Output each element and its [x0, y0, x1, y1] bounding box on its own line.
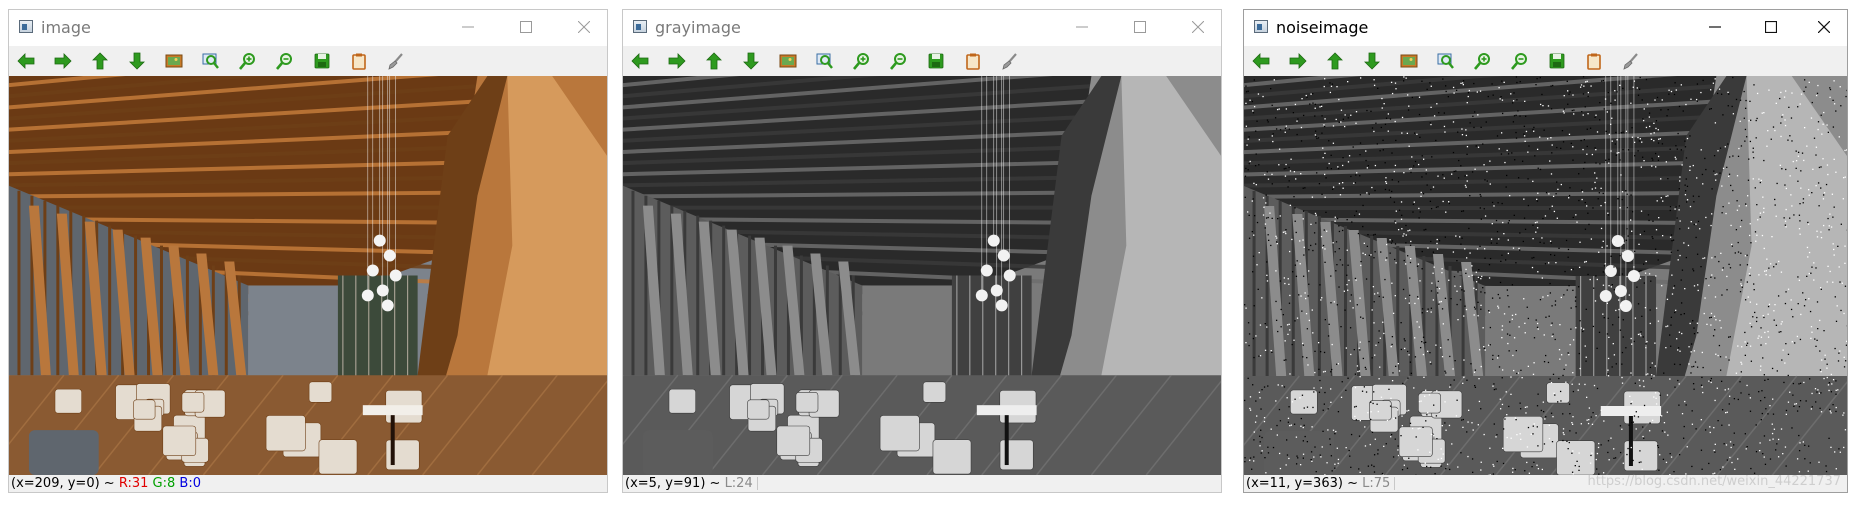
- image-display[interactable]: [9, 76, 607, 475]
- grayimage-window[interactable]: grayimage (x=5, y=91) ~ L:24: [622, 9, 1222, 493]
- app-icon: [1254, 20, 1268, 33]
- brush-icon[interactable]: [999, 50, 1021, 72]
- clipboard-icon[interactable]: [348, 50, 370, 72]
- maximize-button[interactable]: [503, 10, 549, 44]
- image-display[interactable]: [623, 76, 1221, 475]
- status-luma-value: L:24: [724, 476, 753, 491]
- zoom-in-icon[interactable]: [1472, 50, 1494, 72]
- image-display[interactable]: [1244, 76, 1847, 476]
- arrow-down-icon[interactable]: [1361, 50, 1383, 72]
- status-separator: [1394, 477, 1396, 490]
- title-bar[interactable]: grayimage: [623, 10, 1221, 46]
- app-icon: [19, 20, 33, 33]
- arrow-up-icon[interactable]: [1324, 50, 1346, 72]
- minimize-button[interactable]: [445, 10, 491, 44]
- app-icon: [633, 20, 647, 33]
- status-coords: (x=5, y=91) ~: [625, 476, 725, 491]
- save-icon[interactable]: [925, 50, 947, 72]
- watermark-text: https://blog.csdn.net/weixin_44221737: [1587, 474, 1841, 489]
- window-title: grayimage: [655, 18, 741, 37]
- arrow-right-icon[interactable]: [52, 50, 74, 72]
- zoom-region-icon[interactable]: [1435, 50, 1457, 72]
- arrow-right-icon[interactable]: [666, 50, 688, 72]
- image-window[interactable]: image (x=209, y=0) ~ R:31 G:8 B:0: [8, 9, 608, 493]
- zoom-in-icon[interactable]: [237, 50, 259, 72]
- status-coords: (x=11, y=363) ~: [1246, 476, 1363, 491]
- arrow-up-icon[interactable]: [703, 50, 725, 72]
- status-bar: (x=5, y=91) ~ L:24: [623, 475, 1221, 492]
- close-button[interactable]: [1801, 10, 1847, 44]
- save-icon[interactable]: [1546, 50, 1568, 72]
- toolbar: [1244, 46, 1847, 76]
- zoom-region-icon[interactable]: [200, 50, 222, 72]
- desktop: image (x=209, y=0) ~ R:31 G:8 B:0 grayim…: [0, 0, 1854, 508]
- window-title: image: [41, 18, 91, 37]
- maximize-button[interactable]: [1748, 10, 1794, 44]
- zoom-out-icon[interactable]: [274, 50, 296, 72]
- toolbar: [9, 46, 607, 76]
- status-luma-value: L:75: [1362, 476, 1391, 491]
- title-bar[interactable]: image: [9, 10, 607, 46]
- status-blue-value: B:0: [179, 476, 201, 491]
- toolbar: [623, 46, 1221, 76]
- status-separator: [756, 477, 758, 490]
- status-bar: (x=209, y=0) ~ R:31 G:8 B:0: [9, 475, 607, 492]
- brush-icon[interactable]: [1620, 50, 1642, 72]
- window-title: noiseimage: [1276, 18, 1369, 37]
- zoom-out-icon[interactable]: [888, 50, 910, 72]
- noiseimage-window[interactable]: noiseimage (x=11, y=363) ~ L:75 https://…: [1243, 9, 1848, 493]
- zoom-out-icon[interactable]: [1509, 50, 1531, 72]
- clipboard-icon[interactable]: [1583, 50, 1605, 72]
- arrow-left-icon[interactable]: [15, 50, 37, 72]
- arrow-left-icon[interactable]: [1250, 50, 1272, 72]
- maximize-button[interactable]: [1117, 10, 1163, 44]
- arrow-down-icon[interactable]: [740, 50, 762, 72]
- status-coords: (x=209, y=0) ~: [11, 476, 119, 491]
- title-bar[interactable]: noiseimage: [1244, 10, 1847, 46]
- status-green-value: G:8: [152, 476, 176, 491]
- clipboard-icon[interactable]: [962, 50, 984, 72]
- close-button[interactable]: [1175, 10, 1221, 44]
- status-red-value: R:31: [118, 476, 149, 491]
- minimize-button[interactable]: [1059, 10, 1105, 44]
- arrow-left-icon[interactable]: [629, 50, 651, 72]
- save-icon[interactable]: [311, 50, 333, 72]
- arrow-right-icon[interactable]: [1287, 50, 1309, 72]
- arrow-down-icon[interactable]: [126, 50, 148, 72]
- zoom-region-icon[interactable]: [814, 50, 836, 72]
- minimize-button[interactable]: [1692, 10, 1738, 44]
- picture-icon[interactable]: [777, 50, 799, 72]
- picture-icon[interactable]: [163, 50, 185, 72]
- arrow-up-icon[interactable]: [89, 50, 111, 72]
- close-button[interactable]: [561, 10, 607, 44]
- brush-icon[interactable]: [385, 50, 407, 72]
- picture-icon[interactable]: [1398, 50, 1420, 72]
- zoom-in-icon[interactable]: [851, 50, 873, 72]
